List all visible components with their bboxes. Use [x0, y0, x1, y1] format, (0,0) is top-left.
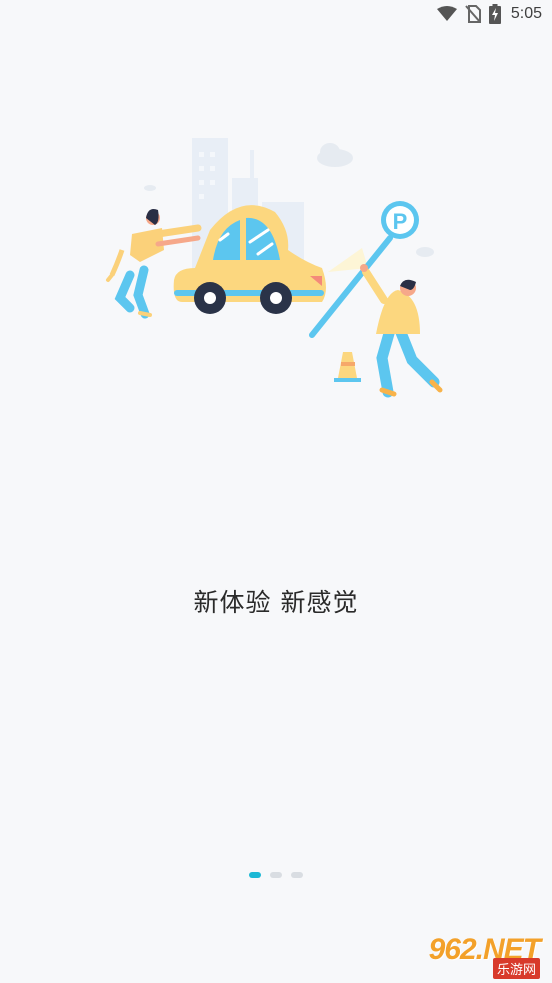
onboarding-slogan: 新体验 新感觉 — [193, 588, 359, 617]
status-icons: 5:05 — [436, 4, 542, 24]
wifi-icon — [436, 6, 457, 22]
status-time: 5:05 — [510, 5, 542, 22]
no-sim-icon — [465, 5, 481, 23]
hero-illustration: P — [100, 130, 450, 405]
watermark-subtitle: 乐游网 — [492, 958, 540, 979]
page-dot-3[interactable] — [291, 872, 303, 878]
traffic-cone-icon — [334, 352, 361, 382]
battery-charging-icon — [488, 4, 501, 24]
man-holding-sign-icon — [360, 264, 443, 398]
page-indicator — [0, 872, 552, 878]
page-dot-1[interactable] — [249, 872, 261, 878]
status-bar: 5:05 — [0, 0, 552, 30]
watermark-logo: 962.NET 乐游网 — [412, 933, 546, 979]
parking-sign-letter: P — [393, 209, 408, 234]
page-dot-2[interactable] — [270, 872, 282, 878]
